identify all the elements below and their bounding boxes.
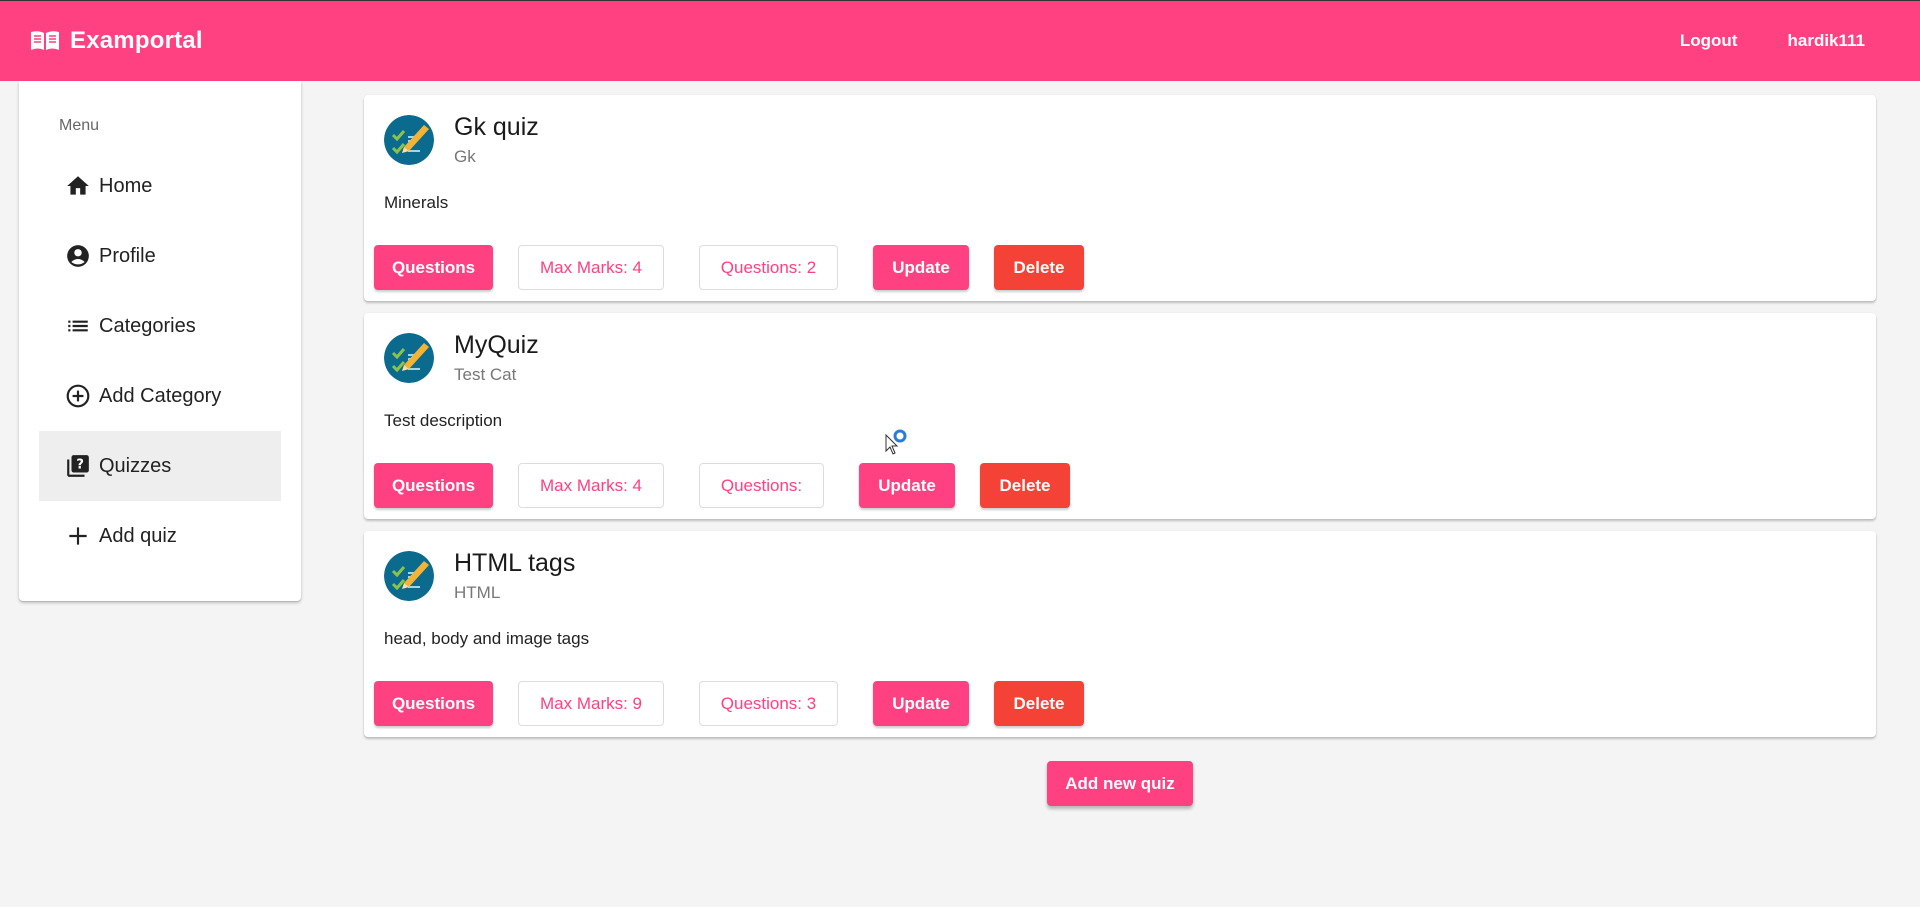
- plus-icon: [65, 523, 91, 549]
- brand-title: Examportal: [70, 27, 203, 54]
- quiz-title: MyQuiz: [454, 331, 539, 359]
- quiz-title: HTML tags: [454, 549, 576, 577]
- questions-button[interactable]: Questions: [374, 681, 493, 726]
- account-circle-icon: [65, 243, 91, 269]
- quiz-title: Gk quiz: [454, 113, 539, 141]
- sidebar-item-categories[interactable]: Categories: [39, 291, 281, 361]
- update-button[interactable]: Update: [873, 681, 969, 726]
- quiz-icon: ?: [65, 453, 91, 479]
- max-marks-button[interactable]: Max Marks: 9: [518, 681, 664, 726]
- cursor-icon: [885, 429, 907, 455]
- questions-count-button[interactable]: Questions: 3: [699, 681, 838, 726]
- quiz-avatar-icon: [384, 333, 434, 383]
- add-circle-outline-icon: [65, 383, 91, 409]
- questions-count-button[interactable]: Questions:: [699, 463, 824, 508]
- sidebar-item-add-quiz[interactable]: Add quiz: [39, 501, 281, 571]
- sidebar-item-quizzes[interactable]: ? Quizzes: [39, 431, 281, 501]
- add-new-quiz-button[interactable]: Add new quiz: [1047, 761, 1193, 806]
- delete-button[interactable]: Delete: [994, 245, 1084, 290]
- menu-header: Menu: [59, 117, 100, 134]
- quiz-avatar-icon: [384, 115, 434, 165]
- list-icon: [65, 313, 91, 339]
- max-marks-button[interactable]: Max Marks: 4: [518, 245, 664, 290]
- quiz-card: Gk quiz Gk Minerals Questions Max Marks:…: [364, 95, 1876, 301]
- quiz-description: head, body and image tags: [384, 629, 590, 648]
- sidebar-item-label: Categories: [99, 314, 196, 337]
- questions-button[interactable]: Questions: [374, 463, 493, 508]
- max-marks-button[interactable]: Max Marks: 4: [518, 463, 664, 508]
- sidebar: Menu Home Profile Categories Add Categor…: [19, 81, 301, 601]
- delete-button[interactable]: Delete: [994, 681, 1084, 726]
- home-icon: [65, 173, 91, 199]
- sidebar-item-label: Add quiz: [99, 524, 177, 547]
- questions-count-button[interactable]: Questions: 2: [699, 245, 838, 290]
- top-navbar: Examportal Logout hardik111: [0, 0, 1920, 81]
- book-open-icon: [31, 31, 59, 50]
- update-button[interactable]: Update: [859, 463, 955, 508]
- quiz-category: HTML: [454, 583, 501, 602]
- sidebar-item-label: Quizzes: [99, 454, 172, 477]
- quiz-avatar-icon: [384, 551, 434, 601]
- sidebar-item-profile[interactable]: Profile: [39, 221, 281, 291]
- brand-link[interactable]: Examportal: [30, 27, 203, 55]
- quiz-category: Test Cat: [454, 365, 517, 384]
- quiz-description: Minerals: [384, 193, 449, 212]
- quiz-description: Test description: [384, 411, 503, 430]
- quiz-card: HTML tags HTML head, body and image tags…: [364, 531, 1876, 737]
- logout-link[interactable]: Logout: [1655, 21, 1763, 61]
- sidebar-item-label: Home: [99, 174, 153, 197]
- quiz-category: Gk: [454, 147, 476, 166]
- delete-button[interactable]: Delete: [980, 463, 1070, 508]
- sidebar-item-add-category[interactable]: Add Category: [39, 361, 281, 431]
- sidebar-item-home[interactable]: Home: [39, 151, 281, 221]
- sidebar-item-label: Add Category: [99, 384, 222, 407]
- username-link[interactable]: hardik111: [1762, 21, 1890, 61]
- svg-text:?: ?: [76, 458, 84, 473]
- sidebar-item-label: Profile: [99, 244, 156, 267]
- update-button[interactable]: Update: [873, 245, 969, 290]
- quiz-card: MyQuiz Test Cat Test description Questio…: [364, 313, 1876, 519]
- questions-button[interactable]: Questions: [374, 245, 493, 290]
